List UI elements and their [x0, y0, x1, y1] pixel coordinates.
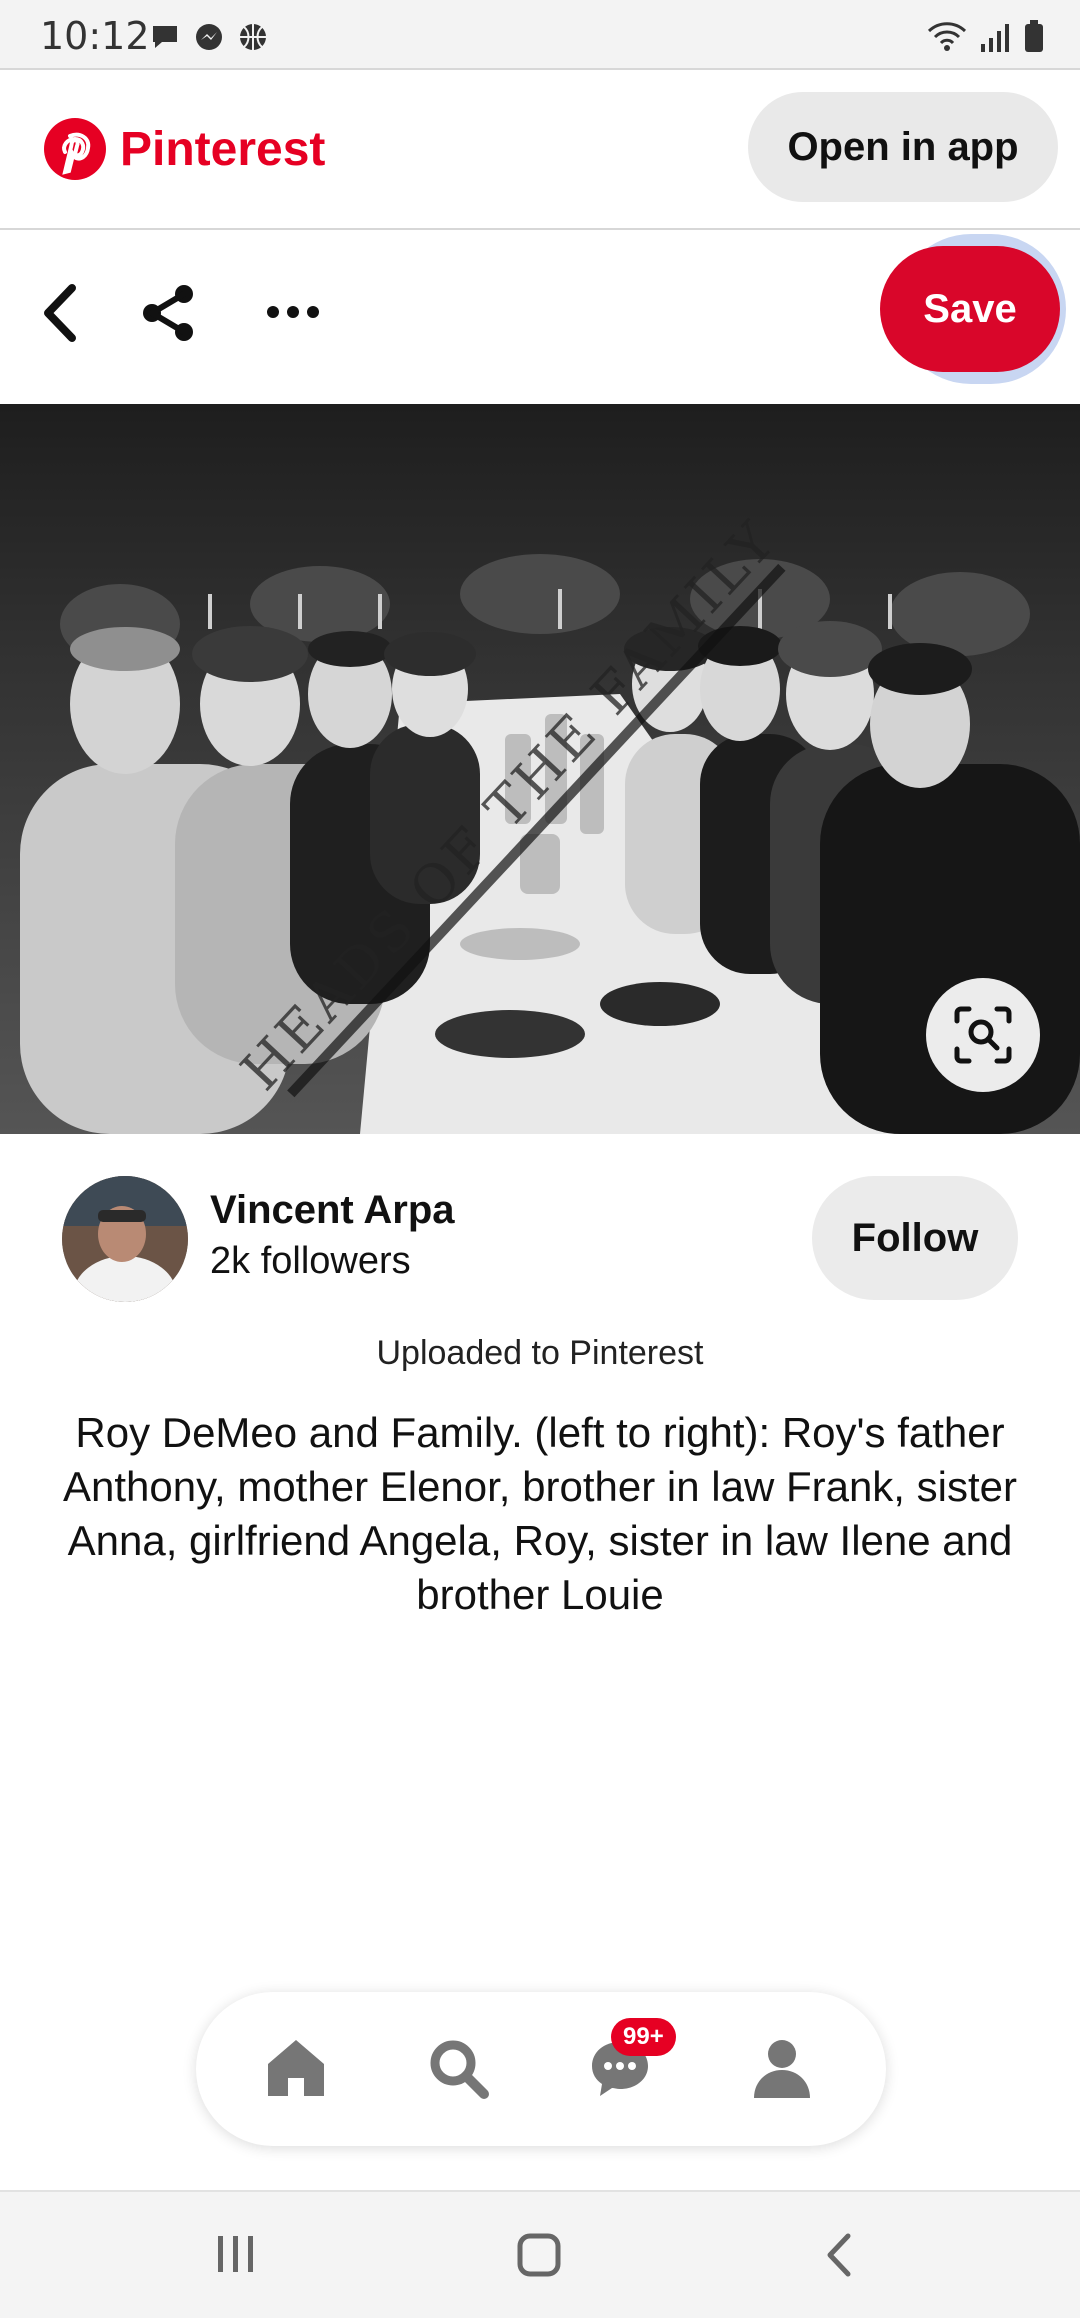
home-icon [268, 2040, 324, 2096]
nav-profile[interactable] [742, 2028, 822, 2108]
search-icon [430, 2040, 489, 2099]
site-header: Pinterest Open in app [0, 68, 1080, 230]
open-in-app-button[interactable]: Open in app [748, 92, 1058, 202]
bottom-navigation: 99+ [196, 1992, 886, 2146]
avatar-image [62, 1176, 188, 1302]
more-icon[interactable] [266, 304, 320, 320]
battery-icon [1025, 20, 1043, 52]
save-button[interactable]: Save [880, 246, 1060, 372]
pin-action-bar: Save [0, 228, 1080, 404]
signal-icon [981, 24, 1009, 52]
system-navigation-bar [0, 2190, 1080, 2318]
basketball-icon [240, 24, 266, 50]
nav-home[interactable] [256, 2028, 336, 2108]
follow-button[interactable]: Follow [812, 1176, 1018, 1300]
home-button-icon[interactable] [516, 2232, 562, 2278]
status-bar: 10:12 [0, 0, 1080, 68]
lens-search-icon [954, 1006, 1012, 1064]
notification-icons [150, 22, 268, 52]
messages-badge: 99+ [611, 2018, 676, 2056]
pin-image[interactable]: HEADS OF THE FAMILY [0, 404, 1080, 1134]
author-followers: 2k followers [210, 1240, 411, 1282]
brand-name: Pinterest [120, 122, 326, 176]
pinterest-logo-icon [44, 118, 106, 180]
messenger-icon [196, 24, 222, 50]
family-photo: HEADS OF THE FAMILY [0, 404, 1080, 1134]
upload-source: Uploaded to Pinterest [376, 1334, 704, 1372]
nav-search[interactable] [418, 2028, 498, 2108]
status-time: 10:12 [40, 14, 150, 58]
wifi-icon [927, 22, 967, 51]
share-icon[interactable] [140, 284, 196, 342]
author-name[interactable]: Vincent Arpa [210, 1188, 455, 1233]
pinterest-logo[interactable]: Pinterest [44, 118, 325, 180]
visual-search-button[interactable] [926, 978, 1040, 1092]
back-nav-icon[interactable] [824, 2232, 854, 2278]
recent-apps-icon[interactable] [214, 2234, 258, 2274]
author-avatar[interactable] [62, 1176, 188, 1302]
pin-description: Roy DeMeo and Family. (left to right): R… [63, 1409, 1017, 1618]
system-status-icons [926, 20, 1044, 52]
chat-bubble-icon [153, 26, 177, 48]
profile-icon [754, 2040, 810, 2098]
back-icon[interactable] [38, 282, 80, 344]
